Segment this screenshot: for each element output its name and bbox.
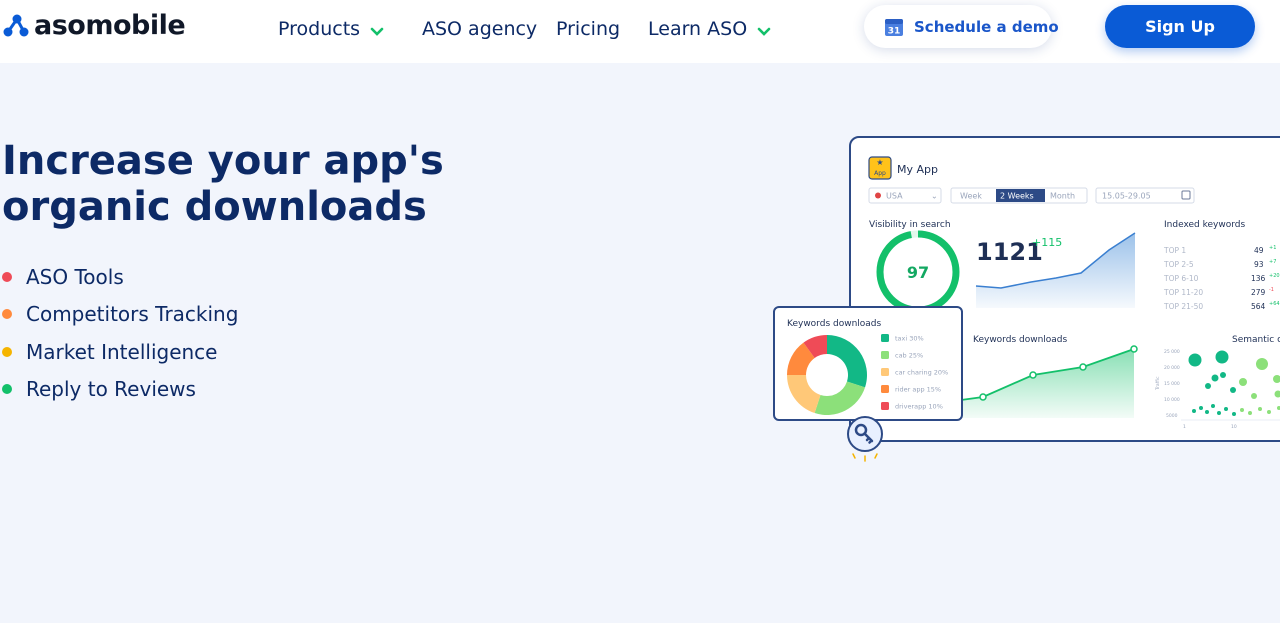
feature-item: Market Intelligence — [2, 333, 238, 371]
nav-pricing-label: Pricing — [556, 18, 621, 40]
logo-mark-icon — [2, 11, 30, 39]
bullet-dot-icon — [2, 271, 12, 282]
indexed-row-delta: +1 — [1269, 245, 1276, 251]
visibility-score: 97 — [907, 263, 929, 282]
nav-aso-agency[interactable]: ASO agency — [422, 14, 537, 44]
legend-swatch — [881, 334, 889, 342]
indexed-label: Indexed keywords — [1164, 220, 1245, 230]
donut-slices — [787, 335, 867, 415]
schedule-demo-label: Schedule a demo — [914, 17, 1059, 36]
semantic-y-tick: 10 000 — [1164, 397, 1180, 403]
key-icon — [845, 414, 885, 464]
legend-label: rider app 15% — [895, 386, 941, 394]
feature-label: Market Intelligence — [26, 339, 218, 364]
bullet-dot-icon — [2, 309, 12, 320]
flag-icon — [875, 192, 881, 199]
donut-chart: Keywords downloads taxi 30% cab 25% car … — [787, 319, 948, 415]
star-icon: ★ — [876, 158, 883, 167]
legend-label: car charing 20% — [895, 369, 948, 377]
indexed-row-delta: -1 — [1269, 287, 1274, 293]
period-2-weeks: 2 Weeks — [1000, 192, 1034, 201]
downloads-label: Keywords downloads — [973, 335, 1068, 345]
legend-swatch — [881, 402, 889, 410]
brand-logo[interactable]: asomobile — [2, 8, 186, 42]
feature-item: Reply to Reviews — [2, 371, 238, 409]
chevron-down-icon — [757, 22, 771, 36]
country-value: USA — [886, 192, 903, 201]
legend-label: cab 25% — [895, 352, 923, 360]
indexed-row-label: TOP 1 — [1163, 246, 1186, 255]
sign-up-button[interactable]: Sign Up — [1105, 5, 1255, 48]
indexed-row-value: 93 — [1254, 260, 1264, 269]
semantic-points — [1188, 350, 1280, 416]
bullet-dot-icon — [2, 384, 12, 395]
indexed-row-delta: +7 — [1269, 259, 1276, 265]
period-week: Week — [960, 192, 982, 201]
semantic-y-tick: 20 000 — [1164, 365, 1180, 371]
indexed-row-label: TOP 6-10 — [1163, 274, 1199, 283]
legend-label: driverapp 10% — [895, 403, 943, 411]
downloads-point — [1029, 371, 1037, 379]
semantic-y-tick: 5000 — [1166, 413, 1178, 419]
donut-slice — [787, 375, 821, 414]
indexed-row-delta: +20 — [1269, 273, 1280, 279]
downloads-area — [961, 349, 1134, 418]
indexed-row-value: 136 — [1251, 274, 1266, 283]
indexed-row-label: TOP 2-5 — [1163, 260, 1194, 269]
donut-slice — [827, 335, 867, 388]
nav-learn-aso[interactable]: Learn ASO — [648, 14, 771, 44]
indexed-row-delta: +64 — [1269, 301, 1280, 307]
bullet-dot-icon — [2, 346, 12, 357]
indexed-row-value: 49 — [1254, 246, 1264, 255]
nav-products[interactable]: Products — [278, 14, 384, 44]
site-header: asomobile Products ASO agency Pricing Le… — [0, 0, 1280, 63]
brand-name: asomobile — [34, 9, 186, 41]
chevron-down-icon: ⌄ — [931, 192, 938, 201]
chevron-down-icon — [370, 22, 384, 36]
schedule-demo-button[interactable]: 31 Schedule a demo — [864, 5, 1059, 48]
indexed-row-value: 564 — [1251, 302, 1266, 311]
feature-item: Competitors Tracking — [2, 296, 238, 334]
feature-item: ASO Tools — [2, 258, 238, 296]
feature-label: ASO Tools — [26, 264, 124, 289]
donut-slice — [814, 381, 866, 415]
semantic-y-tick: 15 000 — [1164, 381, 1180, 387]
semantic-x-tick: 1 — [1183, 424, 1186, 430]
semantic-x-tick: 10 — [1231, 424, 1237, 430]
indexed-row-label: TOP 21-50 — [1163, 302, 1203, 311]
keywords-downloads-card: Keywords downloads taxi 30% cab 25% car … — [773, 306, 963, 421]
feature-label: Competitors Tracking — [26, 302, 239, 327]
visibility-delta: +115 — [1032, 236, 1062, 249]
calendar-icon: 31 — [884, 17, 904, 37]
indexed-row-label: TOP 11-20 — [1163, 288, 1203, 297]
nav-pricing[interactable]: Pricing — [556, 14, 620, 44]
legend-swatch — [881, 385, 889, 393]
nav-learn-aso-label: Learn ASO — [648, 18, 748, 40]
downloads-point — [1079, 363, 1087, 371]
app-icon-label: App — [874, 170, 886, 177]
visibility-label: Visibility in search — [869, 220, 951, 230]
calendar-day: 31 — [888, 26, 901, 36]
nav-aso-agency-label: ASO agency — [422, 18, 538, 40]
semantic-y-axis-label: Traffic — [1155, 376, 1161, 391]
indexed-row-value: 279 — [1251, 288, 1266, 297]
downloads-point — [1130, 345, 1138, 353]
legend-swatch — [881, 351, 889, 359]
period-month: Month — [1050, 192, 1075, 201]
semantic-y-tick: 25 000 — [1164, 349, 1180, 355]
nav-products-label: Products — [278, 18, 361, 40]
feature-label: Reply to Reviews — [26, 377, 196, 402]
hero-title: Increase your app's organic downloads — [2, 138, 444, 230]
app-name: My App — [897, 163, 938, 176]
date-range-value: 15.05-29.05 — [1102, 192, 1151, 201]
semantic-label: Semantic c — [1232, 335, 1280, 345]
donut-card-title: Keywords downloads — [787, 319, 882, 329]
legend-swatch — [881, 368, 889, 376]
feature-list: ASO Tools Competitors Tracking Market In… — [2, 258, 238, 408]
downloads-point — [979, 393, 987, 401]
legend-label: taxi 30% — [895, 335, 924, 343]
